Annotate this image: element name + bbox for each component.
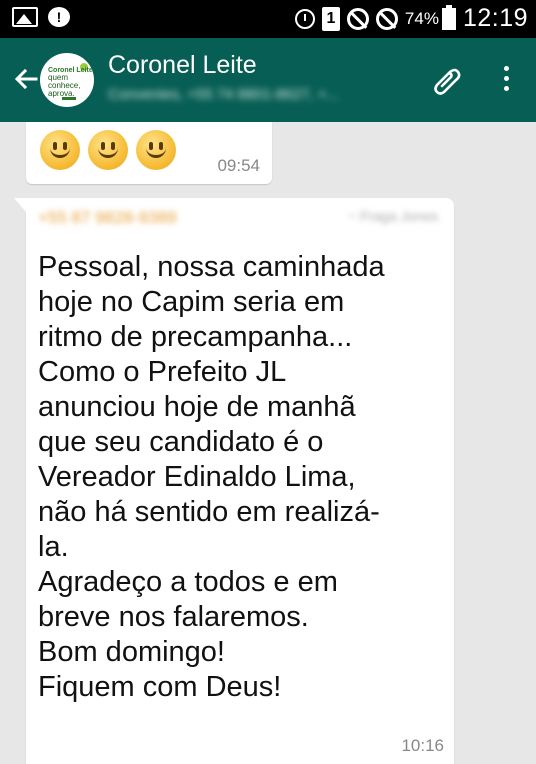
message-notification-icon: ! (48, 7, 70, 27)
sim-icon: 1 (321, 6, 340, 31)
message-bubble-emoji[interactable]: 09:54 (26, 122, 272, 184)
attach-icon[interactable] (428, 62, 466, 100)
do-not-disturb-icon (346, 7, 369, 30)
battery-percent: 74% (404, 8, 439, 28)
smiley-emoji-icon (40, 130, 80, 170)
message-time: 10:16 (401, 736, 444, 755)
do-not-disturb-icon-2 (375, 7, 398, 30)
message-time: 09:54 (217, 156, 260, 175)
message-bubble-text[interactable]: +55 87 9828-9389 ~ Fraga Jones Pessoal, … (14, 198, 454, 764)
battery-icon (441, 4, 456, 30)
back-arrow-icon[interactable] (10, 63, 42, 95)
avatar-logo-bar (62, 97, 76, 100)
contact-subtitle[interactable]: Convenies, +55 74 8801-8627, +... (108, 86, 398, 108)
smiley-emoji-icon (88, 130, 128, 170)
overflow-menu-icon[interactable] (496, 66, 516, 96)
sender-alias: ~ Fraga Jones (348, 208, 438, 224)
status-right: 1 74% 12:19 (294, 4, 528, 33)
contact-name[interactable]: Coronel Leite (108, 51, 257, 80)
smiley-emoji-icon (136, 130, 176, 170)
avatar-logo-slogan: quem conhece, aprova. (48, 73, 81, 98)
alarm-icon (294, 8, 315, 29)
clock: 12:19 (462, 4, 528, 32)
status-bar: ! 1 74% 12:19 (0, 0, 536, 38)
notification-badge: ! (56, 9, 62, 25)
chat-header: Coronel Leite quem conhece, aprova. Coro… (0, 38, 536, 122)
status-left: ! (12, 7, 70, 27)
gallery-icon (12, 7, 38, 27)
message-text: Pessoal, nossa caminhada hoje no Capim s… (38, 251, 385, 703)
sender-phone[interactable]: +55 87 9828-9389 (38, 208, 177, 228)
contact-avatar[interactable]: Coronel Leite quem conhece, aprova. (40, 53, 94, 107)
